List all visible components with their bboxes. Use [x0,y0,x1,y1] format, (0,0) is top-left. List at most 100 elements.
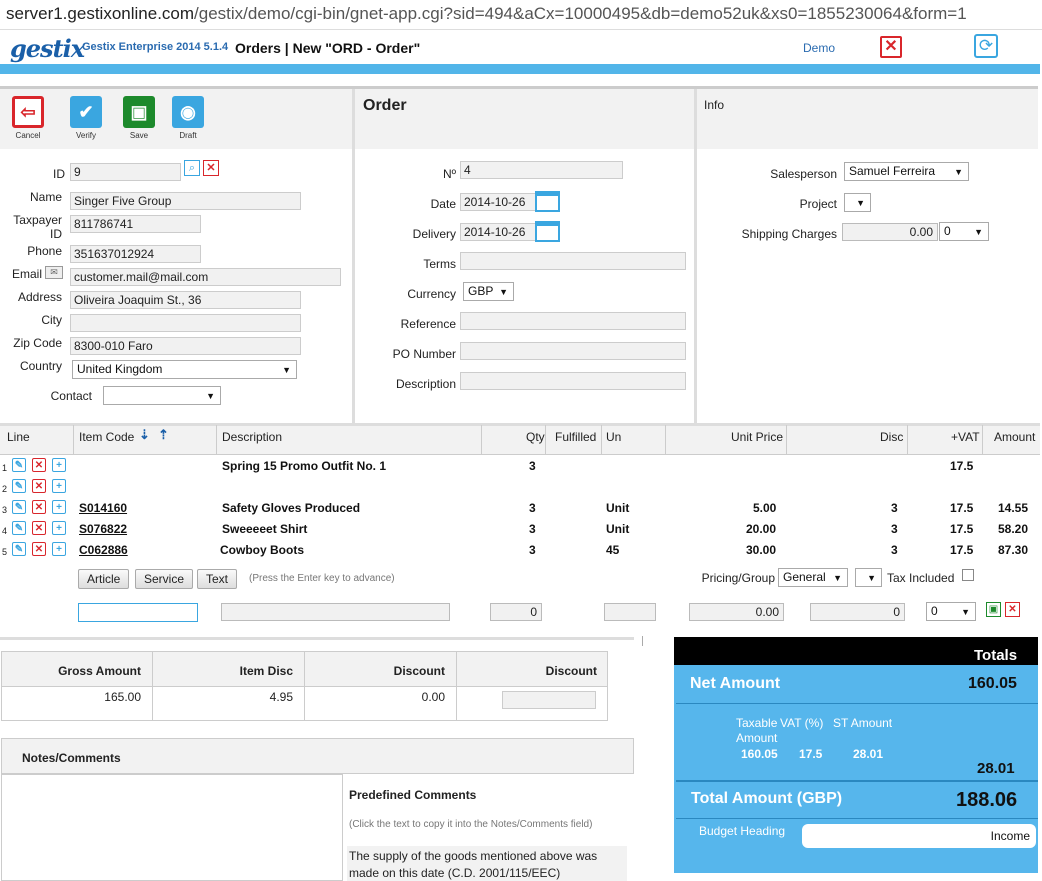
envelope-icon[interactable]: ✉ [45,266,63,279]
edit-icon[interactable]: ✎ [12,458,26,472]
save-button[interactable]: ▣ Save [123,96,155,140]
predefined-title: Predefined Comments [349,788,477,802]
terms-field[interactable] [460,252,686,270]
item-code-input[interactable] [78,603,198,622]
project-select[interactable] [844,193,871,212]
edit-icon[interactable]: ✎ [12,500,26,514]
edit-icon[interactable]: ✎ [12,542,26,556]
city-field[interactable] [70,314,301,332]
insert-icon[interactable]: + [52,458,66,472]
cancel-button[interactable]: ⇦ Cancel [12,96,44,140]
row-disc: 3 [891,501,898,515]
insert-icon[interactable]: + [52,479,66,493]
col-amount: Amount [994,430,1036,444]
shipping-vat-select[interactable]: 0 [939,222,989,241]
salesperson-label: Salesperson [770,167,837,181]
reference-field[interactable] [460,312,686,330]
row-disc: 3 [891,522,898,536]
row-description: Spring 15 Promo Outfit No. 1 [222,459,387,473]
panel-divider [352,89,355,423]
price-input[interactable]: 0.00 [689,603,784,621]
pricing-select[interactable]: General [778,568,848,587]
calendar-icon[interactable] [535,191,560,212]
confirm-line-icon[interactable]: ▣ [986,602,1001,617]
col-un: Un [606,430,622,444]
row-description: Safety Gloves Produced [222,501,361,515]
taxable-value: 160.05 [741,747,778,761]
sort-asc-icon[interactable]: ⇣ [139,427,150,443]
description-field[interactable] [460,372,686,390]
number-field[interactable]: 4 [460,161,623,179]
zip-field[interactable]: 8300-010 Faro [70,337,301,355]
phone-field[interactable]: 351637012924 [70,245,201,263]
address-bar[interactable]: server1.gestixonline.com/gestix/demo/cgi… [0,0,1042,30]
budget-field[interactable]: Income [802,824,1036,848]
tax-included-checkbox[interactable] [962,569,974,581]
insert-icon[interactable]: + [52,542,66,556]
close-icon[interactable]: ✕ [880,36,902,58]
delete-icon[interactable]: ✕ [32,542,46,556]
delete-icon[interactable]: ✕ [32,479,46,493]
salesperson-select[interactable]: Samuel Ferreira [844,162,969,181]
name-field[interactable]: Singer Five Group [70,192,301,210]
service-button[interactable]: Service [135,569,194,589]
currency-label: Currency [407,287,456,301]
delete-icon[interactable]: ✕ [32,458,46,472]
col-sep [73,425,74,455]
row-description: Cowboy Boots [220,543,304,557]
user-link[interactable]: Demo [803,41,835,55]
discount-input[interactable] [502,691,596,709]
row-price: 20.00 [746,522,777,536]
verify-button[interactable]: ✔ Verify [70,96,102,140]
disc-input[interactable]: 0 [810,603,905,621]
vat-select[interactable]: 0 [926,602,976,621]
insert-icon[interactable]: + [52,500,66,514]
splitter-handle[interactable] [642,636,643,646]
insert-icon[interactable]: + [52,521,66,535]
refresh-icon[interactable]: ⟳ [974,34,998,58]
row-item-code[interactable]: S014160 [79,501,127,515]
total-amount-label: Total Amount (GBP) [691,790,843,807]
description-label: Description [395,377,456,391]
discount2-label: Discount [545,664,597,678]
divider [676,818,1038,819]
delete-icon[interactable]: ✕ [32,500,46,514]
calendar-icon[interactable] [535,221,560,242]
row-un: Unit [606,522,630,536]
col-sep [216,425,217,455]
save-icon: ▣ [123,96,155,128]
shipping-field[interactable]: 0.00 [842,223,938,241]
row-item-code[interactable]: S076822 [79,522,127,536]
article-button[interactable]: Article [78,569,130,589]
sort-desc-icon[interactable]: ⇡ [158,427,169,443]
draft-label: Draft [179,131,197,140]
taxpayer-field[interactable]: 811786741 [70,215,201,233]
id-field[interactable]: 9 [70,163,181,181]
row-item-code[interactable]: C062886 [79,543,128,557]
predefined-comment[interactable]: The supply of the goods mentioned above … [347,846,627,881]
email-field[interactable]: customer.mail@mail.com [70,268,341,286]
row-qty: 3 [529,522,536,536]
contact-select[interactable] [103,386,221,405]
cancel-line-icon[interactable]: ✕ [1005,602,1020,617]
description-input[interactable] [221,603,450,621]
clear-icon[interactable]: ✕ [203,160,219,176]
country-select[interactable]: United Kingdom [72,360,297,379]
un-input[interactable] [604,603,656,621]
draft-button[interactable]: ◉ Draft [172,96,204,140]
notes-textarea[interactable] [1,774,343,881]
qty-input[interactable]: 0 [490,603,542,621]
date-field[interactable]: 2014-10-26 [460,193,536,211]
info-title: Info [704,98,725,112]
search-icon[interactable]: ⌕ [184,160,200,176]
group-select[interactable] [855,568,882,587]
address-field[interactable]: Oliveira Joaquim St., 36 [70,291,301,309]
edit-icon[interactable]: ✎ [12,521,26,535]
po-field[interactable] [460,342,686,360]
text-button[interactable]: Text [197,569,238,589]
delivery-field[interactable]: 2014-10-26 [460,223,536,241]
url-host: server1.gestixonline.com [6,4,195,23]
delete-icon[interactable]: ✕ [32,521,46,535]
edit-icon[interactable]: ✎ [12,479,26,493]
currency-select[interactable]: GBP [463,282,514,301]
